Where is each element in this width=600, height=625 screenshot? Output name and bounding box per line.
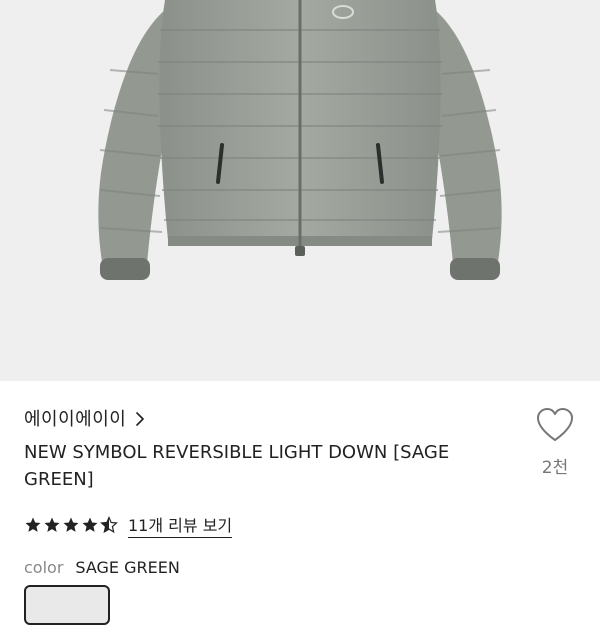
color-swatch-selected[interactable] [24,585,110,625]
color-row: color SAGE GREEN [24,555,180,579]
star-full-icon [81,516,99,534]
star-half-icon [100,516,118,534]
brand-link[interactable]: 에이이에이이 [24,405,146,431]
product-image[interactable] [0,0,600,381]
color-label: color [24,557,64,577]
color-value: SAGE GREEN [75,557,180,577]
heart-outline-icon [535,408,575,447]
like-count: 2천 [541,458,569,478]
review-link[interactable]: 11개 리뷰 보기 [128,512,233,538]
brand-name: 에이이에이이 [24,409,127,430]
star-full-icon [24,516,42,534]
rating-row: 11개 리뷰 보기 [24,512,233,538]
product-info: 에이이에이이 NEW SYMBOL REVERSIBLE LIGHT DOWN … [0,381,600,625]
star-full-icon [43,516,61,534]
star-rating [24,516,118,534]
product-title: NEW SYMBOL REVERSIBLE LIGHT DOWN [SAGE G… [24,442,450,490]
star-full-icon [62,516,80,534]
chevron-right-icon [134,411,146,426]
jacket-image [98,0,502,280]
like-button[interactable]: 2천 [532,407,578,478]
